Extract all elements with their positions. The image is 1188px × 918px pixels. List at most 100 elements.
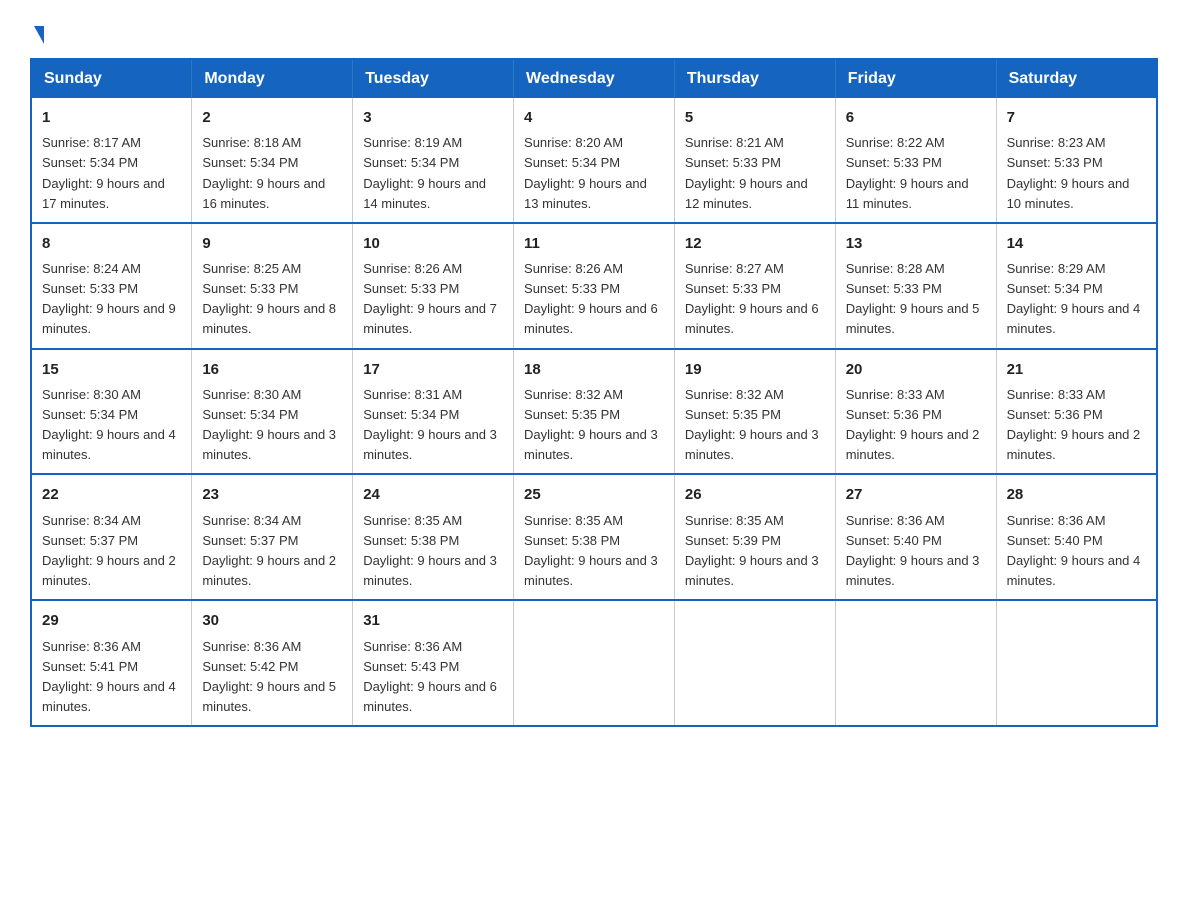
daylight-text: Daylight: 9 hours and 9 minutes. [42,301,176,336]
sunset-text: Sunset: 5:37 PM [202,533,298,548]
sunrise-text: Sunrise: 8:19 AM [363,135,462,150]
sunrise-text: Sunrise: 8:35 AM [524,513,623,528]
sunrise-text: Sunrise: 8:22 AM [846,135,945,150]
sunset-text: Sunset: 5:33 PM [685,281,781,296]
daylight-text: Daylight: 9 hours and 4 minutes. [1007,301,1141,336]
daylight-text: Daylight: 9 hours and 5 minutes. [202,679,336,714]
sunset-text: Sunset: 5:42 PM [202,659,298,674]
daylight-text: Daylight: 9 hours and 6 minutes. [524,301,658,336]
daylight-text: Daylight: 9 hours and 3 minutes. [524,427,658,462]
sunset-text: Sunset: 5:34 PM [363,407,459,422]
sunrise-text: Sunrise: 8:25 AM [202,261,301,276]
daylight-text: Daylight: 9 hours and 2 minutes. [42,553,176,588]
logo-arrow-icon [34,26,44,44]
sunrise-text: Sunrise: 8:35 AM [363,513,462,528]
sunrise-text: Sunrise: 8:30 AM [202,387,301,402]
sunrise-text: Sunrise: 8:31 AM [363,387,462,402]
sunrise-text: Sunrise: 8:36 AM [846,513,945,528]
calendar-week-row: 29Sunrise: 8:36 AMSunset: 5:41 PMDayligh… [31,600,1157,726]
daylight-text: Daylight: 9 hours and 3 minutes. [846,553,980,588]
daylight-text: Daylight: 9 hours and 3 minutes. [202,427,336,462]
day-number: 6 [846,106,986,129]
calendar-week-row: 8 Sunrise: 8:24 AM Sunset: 5:33 PM Daylight… [31,223,1157,349]
calendar-cell: 21Sunrise: 8:33 AMSunset: 5:36 PMDayligh… [996,349,1157,475]
calendar-week-row: 1Sunrise: 8:17 AMSunset: 5:34 PMDaylight… [31,98,1157,223]
daylight-text: Daylight: 9 hours and 8 minutes. [202,301,336,336]
day-number: 25 [524,483,664,506]
calendar-cell: 18Sunrise: 8:32 AMSunset: 5:35 PMDayligh… [514,349,675,475]
calendar-cell [996,600,1157,726]
calendar-cell [514,600,675,726]
calendar-cell: 17 Sunrise: 8:31 AM Sunset: 5:34 PM Dayligh… [353,349,514,475]
sunset-text: Sunset: 5:33 PM [1007,155,1103,170]
daylight-text: Daylight: 9 hours and 2 minutes. [1007,427,1141,462]
page-header [30,20,1158,38]
sunset-text: Sunset: 5:33 PM [846,281,942,296]
sunrise-text: Sunrise: 8:26 AM [524,261,623,276]
daylight-text: Daylight: 9 hours and 3 minutes. [363,427,497,462]
day-number: 10 [363,232,503,255]
daylight-text: Daylight: 9 hours and 3 minutes. [363,553,497,588]
day-number: 28 [1007,483,1146,506]
day-number: 3 [363,106,503,129]
sunset-text: Sunset: 5:39 PM [685,533,781,548]
day-number: 17 [363,358,503,381]
sunset-text: Sunset: 5:41 PM [42,659,138,674]
calendar-cell: 29Sunrise: 8:36 AMSunset: 5:41 PMDayligh… [31,600,192,726]
daylight-text: Daylight: 9 hours and 4 minutes. [1007,553,1141,588]
calendar-header-sunday: Sunday [31,59,192,98]
sunset-text: Sunset: 5:37 PM [42,533,138,548]
sunset-text: Sunset: 5:33 PM [363,281,459,296]
sunset-text: Sunset: 5:38 PM [524,533,620,548]
calendar-cell: 20Sunrise: 8:33 AMSunset: 5:36 PMDayligh… [835,349,996,475]
sunrise-text: Sunrise: 8:24 AM [42,261,141,276]
daylight-text: Daylight: 9 hours and 14 minutes. [363,176,486,211]
daylight-text: Daylight: 9 hours and 6 minutes. [363,679,497,714]
calendar-header-monday: Monday [192,59,353,98]
day-number: 8 [42,232,181,255]
day-number: 22 [42,483,181,506]
calendar-cell: 13Sunrise: 8:28 AMSunset: 5:33 PMDayligh… [835,223,996,349]
sunrise-text: Sunrise: 8:21 AM [685,135,784,150]
calendar-cell: 7Sunrise: 8:23 AMSunset: 5:33 PMDaylight… [996,98,1157,223]
calendar-header-row: SundayMondayTuesdayWednesdayThursdayFrid… [31,59,1157,98]
sunrise-text: Sunrise: 8:32 AM [685,387,784,402]
calendar-header-friday: Friday [835,59,996,98]
day-number: 24 [363,483,503,506]
day-number: 9 [202,232,342,255]
sunrise-text: Sunrise: 8:36 AM [202,639,301,654]
sunset-text: Sunset: 5:40 PM [1007,533,1103,548]
day-number: 14 [1007,232,1146,255]
calendar-cell: 15Sunrise: 8:30 AMSunset: 5:34 PMDayligh… [31,349,192,475]
daylight-text: Daylight: 9 hours and 13 minutes. [524,176,647,211]
calendar-header-saturday: Saturday [996,59,1157,98]
daylight-text: Daylight: 9 hours and 11 minutes. [846,176,969,211]
sunrise-text: Sunrise: 8:36 AM [42,639,141,654]
calendar-cell: 16Sunrise: 8:30 AMSunset: 5:34 PMDayligh… [192,349,353,475]
sunset-text: Sunset: 5:36 PM [846,407,942,422]
daylight-text: Daylight: 9 hours and 7 minutes. [363,301,497,336]
sunset-text: Sunset: 5:40 PM [846,533,942,548]
calendar-cell: 5Sunrise: 8:21 AMSunset: 5:33 PMDaylight… [674,98,835,223]
daylight-text: Daylight: 9 hours and 4 minutes. [42,427,176,462]
daylight-text: Daylight: 9 hours and 3 minutes. [524,553,658,588]
sunset-text: Sunset: 5:33 PM [202,281,298,296]
calendar-cell: 30Sunrise: 8:36 AMSunset: 5:42 PMDayligh… [192,600,353,726]
calendar-cell: 22Sunrise: 8:34 AMSunset: 5:37 PMDayligh… [31,474,192,600]
calendar-cell: 1Sunrise: 8:17 AMSunset: 5:34 PMDaylight… [31,98,192,223]
calendar-header-tuesday: Tuesday [353,59,514,98]
calendar-cell: 25 Sunrise: 8:35 AM Sunset: 5:38 PM Dayligh… [514,474,675,600]
calendar-cell: 26Sunrise: 8:35 AMSunset: 5:39 PMDayligh… [674,474,835,600]
day-number: 18 [524,358,664,381]
sunrise-text: Sunrise: 8:32 AM [524,387,623,402]
daylight-text: Daylight: 9 hours and 6 minutes. [685,301,819,336]
day-number: 12 [685,232,825,255]
sunset-text: Sunset: 5:34 PM [524,155,620,170]
sunrise-text: Sunrise: 8:29 AM [1007,261,1106,276]
daylight-text: Daylight: 9 hours and 2 minutes. [846,427,980,462]
day-number: 21 [1007,358,1146,381]
calendar-week-row: 22Sunrise: 8:34 AMSunset: 5:37 PMDayligh… [31,474,1157,600]
calendar-header-thursday: Thursday [674,59,835,98]
sunset-text: Sunset: 5:33 PM [685,155,781,170]
sunset-text: Sunset: 5:34 PM [42,407,138,422]
